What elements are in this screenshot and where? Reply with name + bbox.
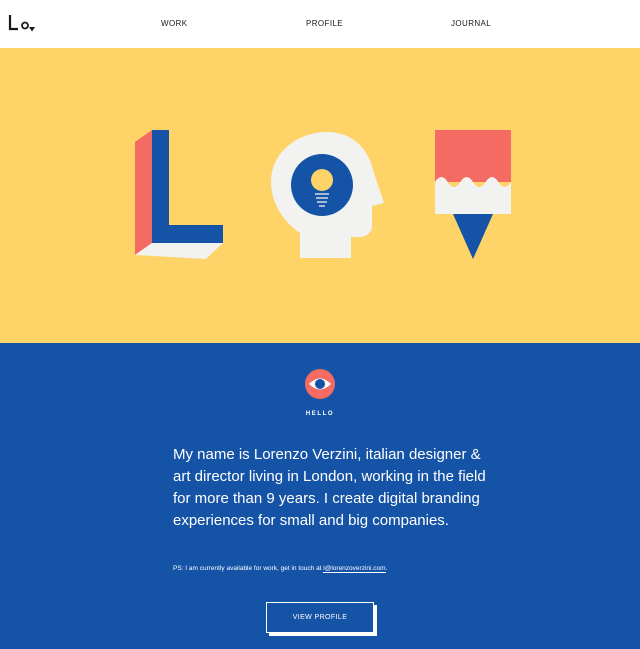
view-profile-button[interactable]: VIEW PROFILE [266, 602, 374, 633]
site-header: WORK PROFILE JOURNAL [0, 0, 640, 48]
section-label: HELLO [305, 411, 335, 417]
pencil-illustration [435, 130, 511, 259]
nav-profile[interactable]: PROFILE [306, 19, 343, 28]
availability-note: PS: I am currently available for work, g… [173, 565, 513, 573]
availability-suffix: . [385, 565, 388, 572]
nav-work[interactable]: WORK [161, 19, 188, 28]
letter-l-illustration [135, 130, 223, 259]
logo-icon[interactable] [8, 12, 38, 38]
availability-text: PS: I am currently available for work, g… [173, 565, 324, 572]
email-link[interactable]: l@lorenzoverzini.com [323, 565, 386, 573]
bio-text: My name is Lorenzo Verzini, italian desi… [173, 446, 486, 529]
eye-icon [305, 369, 335, 399]
hero-banner [0, 48, 640, 343]
nav-journal[interactable]: JOURNAL [451, 19, 491, 28]
head-lightbulb-illustration [271, 132, 384, 258]
